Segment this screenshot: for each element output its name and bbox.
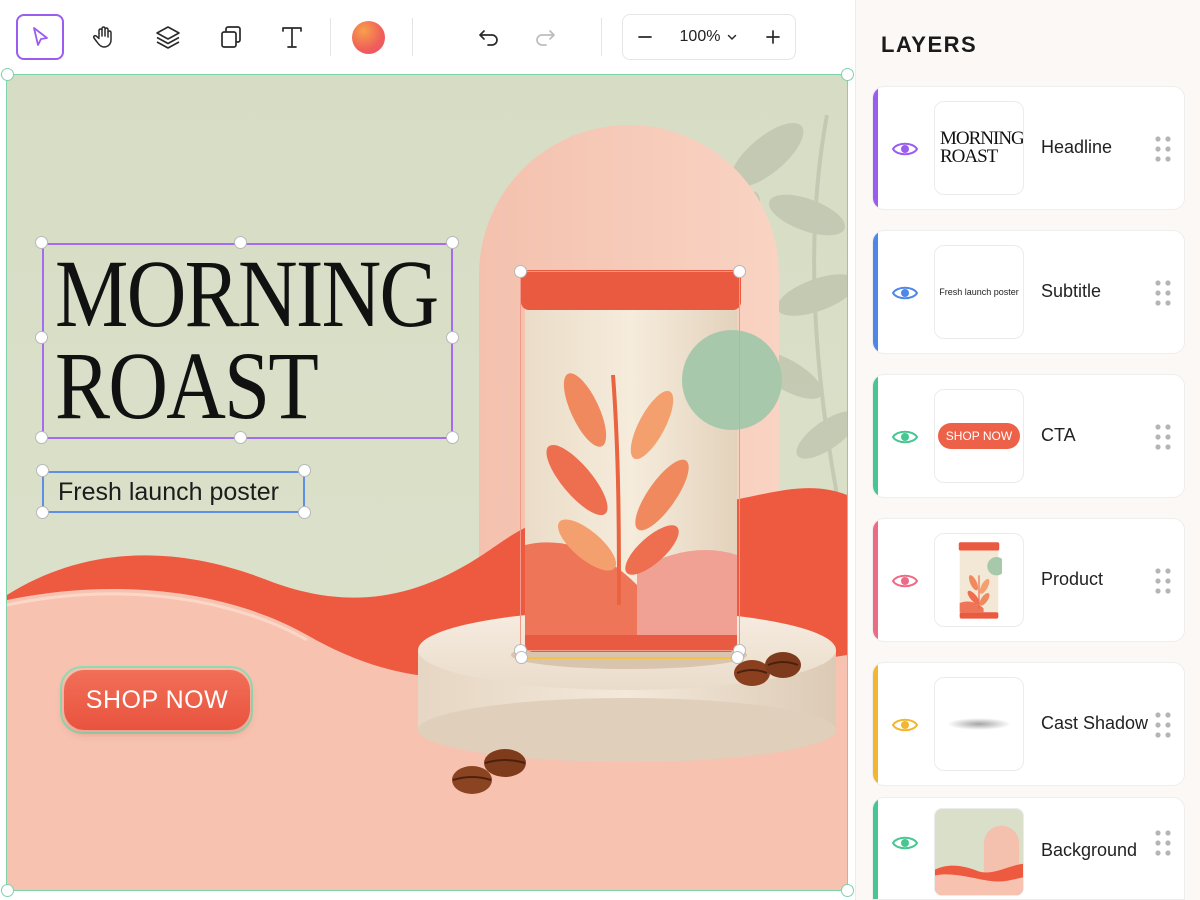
layer-thumbnail-cast-shadow [934,677,1024,771]
drag-handle-icon[interactable] [1154,134,1172,164]
eye-icon[interactable] [890,566,920,596]
subtitle-resize-handle[interactable] [298,506,311,519]
layer-item-cast-shadow[interactable]: Cast Shadow [872,662,1185,786]
zoom-in-button[interactable] [751,15,795,59]
product-resize-handle[interactable] [514,265,527,278]
subtitle-resize-handle[interactable] [298,464,311,477]
zoom-out-button[interactable] [623,15,667,59]
drag-handle-icon[interactable] [1154,710,1172,740]
undo-icon [479,30,498,46]
layers-panel-title: LAYERS [881,32,978,57]
frame-resize-handle[interactable] [1,884,14,897]
select-tool-button[interactable] [16,14,64,60]
headline-resize-handle[interactable] [35,431,48,444]
layer-label: Headline [1041,137,1113,157]
undo-button[interactable] [465,14,513,60]
layers-tool-button[interactable] [144,14,192,60]
hand-icon [93,26,112,48]
layer-color-stripe [873,231,878,353]
headline-resize-handle[interactable] [446,431,459,444]
layer-label: Product [1041,569,1104,589]
layer-thumbnail-headline: MORNING ROAST [934,101,1024,195]
cast-shadow-selection [522,657,736,659]
background-thumbnail [935,809,1023,895]
zoom-level-value: 100% [679,28,721,45]
chevron-down-icon [728,34,737,41]
eye-icon[interactable] [890,828,920,858]
headline-selection-box [42,243,453,439]
layers-icon [156,26,180,49]
zoom-control: 100% [622,14,796,60]
frame-tool-button[interactable] [207,14,255,60]
redo-button[interactable] [521,14,569,60]
cursor-icon [33,27,48,46]
layer-color-stripe [873,663,878,785]
frame-resize-handle[interactable] [1,68,14,81]
eye-icon[interactable] [890,278,920,308]
thumbnail-subtitle-text: Fresh launch poster [939,287,1019,297]
shop-now-button[interactable]: SHOP NOW [64,670,250,730]
headline-resize-handle[interactable] [446,331,459,344]
layer-item-background[interactable]: Background [872,797,1185,900]
layer-label: Background [1041,840,1138,860]
headline-resize-handle[interactable] [35,331,48,344]
product-resize-handle[interactable] [733,265,746,278]
frame-resize-handle[interactable] [841,68,854,81]
layer-color-stripe [873,375,878,497]
product-selection-box [520,271,740,651]
drag-handle-icon[interactable] [1154,278,1172,308]
subtitle-resize-handle[interactable] [36,506,49,519]
headline-resize-handle[interactable] [234,431,247,444]
product-can-thumbnail [958,542,1002,619]
layer-label: Subtitle [1041,281,1102,301]
eye-icon[interactable] [890,710,920,740]
plus-icon [766,30,780,44]
top-toolbar: 100% [0,0,855,74]
drag-handle-icon[interactable] [1154,828,1172,858]
drag-handle-icon[interactable] [1154,422,1172,452]
hand-tool-button[interactable] [80,14,128,60]
frame-resize-handle[interactable] [841,884,854,897]
eye-icon[interactable] [890,134,920,164]
layer-item-cta[interactable]: SHOP NOW CTA [872,374,1185,498]
layer-thumbnail-product [934,533,1024,627]
zoom-level-dropdown[interactable]: 100% [667,28,751,46]
text-icon [282,27,302,48]
headline-resize-handle[interactable] [234,236,247,249]
minus-icon [638,36,652,38]
fill-color-swatch[interactable] [352,21,385,54]
toolbar-divider [412,18,413,56]
eye-icon[interactable] [890,422,920,452]
toolbar-divider [330,18,331,56]
toolbar-divider [601,18,602,56]
layer-item-product[interactable]: Product [872,518,1185,642]
cast-shadow-resize-handle[interactable] [731,651,744,664]
layer-item-headline[interactable]: MORNING ROAST Headline [872,86,1185,210]
layer-color-stripe [873,519,878,641]
thumbnail-headline-text: MORNING ROAST [940,128,1024,167]
layer-thumbnail-background [934,808,1024,896]
subtitle-selection-box [42,471,305,513]
redo-icon [536,30,555,46]
thumbnail-cta-text: SHOP NOW [938,423,1020,449]
drag-handle-icon[interactable] [1154,566,1172,596]
headline-resize-handle[interactable] [446,236,459,249]
layer-thumbnail-cta: SHOP NOW [934,389,1024,483]
text-tool-button[interactable] [268,14,316,60]
thumbnail-shadow-shape [947,718,1011,730]
layer-item-subtitle[interactable]: Fresh launch poster Subtitle [872,230,1185,354]
headline-resize-handle[interactable] [35,236,48,249]
copy-frame-icon [221,26,241,48]
cast-shadow-resize-handle[interactable] [515,651,528,664]
layer-label: Cast Shadow [1041,713,1149,733]
subtitle-resize-handle[interactable] [36,464,49,477]
layers-panel: LAYERS MORNING ROAST Headline Fresh laun… [855,0,1200,900]
layer-color-stripe [873,87,878,209]
layer-label: CTA [1041,425,1076,445]
layer-thumbnail-subtitle: Fresh launch poster [934,245,1024,339]
layer-color-stripe [873,798,878,899]
